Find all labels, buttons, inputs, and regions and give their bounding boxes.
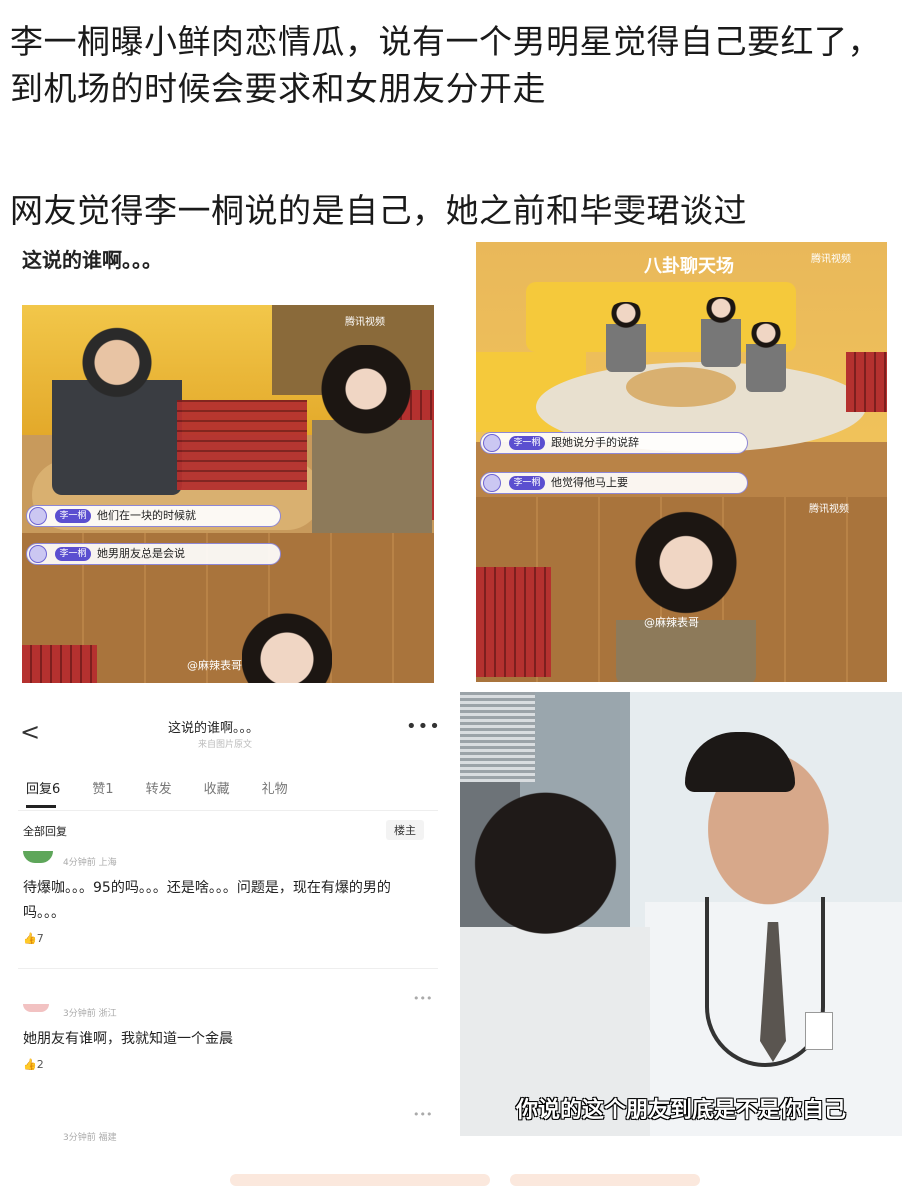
like-count: 2 <box>36 1058 44 1071</box>
comment-text: 她朋友有谁啊，我就知道一个金晨 <box>23 1031 233 1047</box>
speaker-tag: 李一桐 <box>509 436 545 450</box>
bottom-strip <box>0 1168 905 1186</box>
avatar-icon <box>29 507 47 525</box>
op-filter-button[interactable]: 楼主 <box>386 820 424 840</box>
tab-repost[interactable]: 转发 <box>146 778 172 797</box>
subtitle-bar: 李一桐 她男朋友总是会说 <box>26 543 281 565</box>
thread-title: 这说的谁啊。。。 <box>168 721 260 736</box>
post-subheadline: 网友觉得李一桐说的是自己，她之前和毕雯珺谈过 <box>10 191 747 230</box>
back-icon[interactable]: < <box>20 718 40 746</box>
person-figure <box>746 322 786 392</box>
plaid-bag <box>22 645 97 683</box>
comment-meta: 4分钟前 上海 <box>63 858 117 868</box>
tab-replies[interactable]: 回复6 <box>26 778 60 797</box>
woman-figure <box>242 605 332 683</box>
window-blind <box>460 692 535 782</box>
thumbs-up-icon: 👍 <box>23 1058 37 1071</box>
drama-screenshot: 你说的这个朋友到底是不是你自己 <box>460 692 902 1136</box>
avatar-icon <box>483 434 501 452</box>
person-figure <box>701 297 741 367</box>
woman-figure <box>312 345 432 545</box>
speaker-tag: 李一桐 <box>55 547 91 561</box>
subtitle-text: 他们在一块的时候就 <box>97 509 196 522</box>
comment-meta: 3分钟前 福建 <box>63 1133 117 1143</box>
action-button-placeholder[interactable] <box>230 1174 490 1186</box>
post-headline: 李一桐曝小鲜肉恋情瓜，说有一个男明星觉得自己要红了，到机场的时候会要求和女朋友分… <box>10 22 881 108</box>
avatar-icon <box>29 545 47 563</box>
comment-item: ••• 3分钟前 浙江 她朋友有谁啊，我就知道一个金晨 👍2 <box>23 992 432 1071</box>
video-screenshot-b: 八卦聊天场 腾讯视频 李一桐 跟她说分手的说辞 李一桐 他觉得他马上要 腾讯视频… <box>476 242 887 682</box>
id-badge <box>805 1012 833 1050</box>
speaker-tag: 李一桐 <box>55 509 91 523</box>
subtitle-text: 他觉得他马上要 <box>551 476 628 489</box>
table <box>626 367 736 407</box>
person-figure <box>606 302 646 372</box>
avatar-icon <box>483 474 501 492</box>
woman-figure <box>616 510 756 682</box>
screenshot-caption: 这说的谁啊。。。 <box>22 248 162 272</box>
plaid-bag <box>846 352 887 412</box>
plaid-bag <box>177 400 307 490</box>
comment-item: ••• 3分钟前 福建 <box>23 1108 432 1143</box>
man-figure <box>460 777 650 1136</box>
forum-screenshot: < 这说的谁啊。。。 来自图片原文 ••• 回复6 赞1 转发 收藏 礼物 全部… <box>18 700 438 1160</box>
tab-favorite[interactable]: 收藏 <box>204 778 230 797</box>
divider <box>18 810 438 811</box>
subtitle-text: 跟她说分手的说辞 <box>551 436 639 449</box>
like-button[interactable]: 👍7 <box>23 932 423 945</box>
subtitle-text: 她男朋友总是会说 <box>97 547 185 560</box>
drama-subtitle: 你说的这个朋友到底是不是你自己 <box>515 1098 846 1123</box>
comment-meta: 3分钟前 浙江 <box>63 1009 117 1019</box>
comment-item: 4分钟前 上海 待爆咖。。。95的吗。。。还是啥。。。问题是，现在有爆的男的吗。… <box>23 851 423 945</box>
more-icon[interactable]: ••• <box>413 992 432 1005</box>
action-button-placeholder[interactable] <box>510 1174 700 1186</box>
more-icon[interactable]: ••• <box>413 1108 432 1121</box>
watermark: @麻辣表哥 <box>644 616 699 629</box>
more-icon[interactable]: ••• <box>406 716 438 737</box>
video-logo: 腾讯视频 <box>811 254 851 265</box>
watermark: @麻辣表哥 <box>187 659 242 672</box>
thread-tabs: 回复6 赞1 转发 收藏 礼物 <box>26 778 436 797</box>
video-logo: 腾讯视频 <box>345 317 385 328</box>
subtitle-bar: 李一桐 他觉得他马上要 <box>480 472 748 494</box>
speaker-tag: 李一桐 <box>509 476 545 490</box>
thread-subtitle: 来自图片原文 <box>198 740 253 750</box>
comment-text: 待爆咖。。。95的吗。。。还是啥。。。问题是，现在有爆的男的吗。。。 <box>23 880 391 921</box>
subtitle-bar: 李一桐 他们在一块的时候就 <box>26 505 281 527</box>
subtitle-bar: 李一桐 跟她说分手的说辞 <box>480 432 748 454</box>
plaid-bag <box>476 567 551 677</box>
man-figure <box>52 325 182 495</box>
video-logo: 腾讯视频 <box>809 504 849 515</box>
tab-likes[interactable]: 赞1 <box>92 778 113 797</box>
avatar <box>23 1004 49 1012</box>
thumbs-up-icon: 👍 <box>23 932 37 945</box>
all-replies-label: 全部回复 <box>23 825 67 838</box>
show-title: 八卦聊天场 <box>644 256 734 277</box>
like-count: 7 <box>36 932 44 945</box>
video-screenshot-a: 腾讯视频 李一桐 他们在一块的时候就 李一桐 她男朋友总是会说 @麻辣表哥 <box>22 305 434 683</box>
tab-gift[interactable]: 礼物 <box>262 778 288 797</box>
divider <box>18 968 438 969</box>
active-tab-indicator <box>26 805 56 808</box>
like-button[interactable]: 👍2 <box>23 1058 423 1071</box>
